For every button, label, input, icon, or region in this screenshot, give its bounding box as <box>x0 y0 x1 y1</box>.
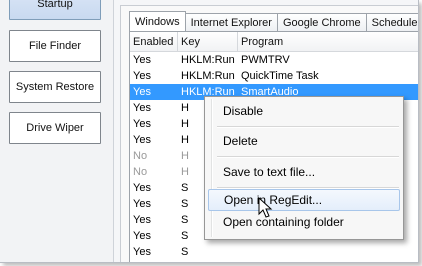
menu-item-open-containing-folder[interactable]: Open containing folder <box>208 211 400 233</box>
table-row[interactable]: NoStartup...OneNote 2010 Screen Clipper … <box>130 260 419 263</box>
menu-separator <box>217 156 399 158</box>
tab-strip: Windows Internet Explorer Google Chrome … <box>129 11 418 31</box>
cell-enabled: Yes <box>133 102 151 114</box>
cell-key: HKLM:Run <box>181 54 235 66</box>
cell-enabled: Yes <box>133 134 151 146</box>
column-header-key[interactable]: Key <box>178 32 238 51</box>
cell-program: PWMTRV <box>241 54 290 66</box>
menu-item-open-in-regedit[interactable]: Open in RegEdit... <box>208 189 400 211</box>
list-header: Enabled Key Program <box>130 32 418 52</box>
sidebar-item-drive-wiper[interactable]: Drive Wiper <box>9 112 101 144</box>
cell-enabled: Yes <box>133 214 151 226</box>
cell-enabled: Yes <box>133 182 151 194</box>
cell-program: OneNote 2010 Screen Clipper and L <box>238 262 419 263</box>
cell-key: S <box>181 246 189 258</box>
cell-program: QuickTime Task <box>241 70 319 82</box>
menu-separator <box>217 126 399 128</box>
sidebar: Startup File Finder System Restore Drive… <box>0 0 114 262</box>
cell-enabled: No <box>133 150 148 162</box>
tab-internet-explorer[interactable]: Internet Explorer <box>184 13 278 31</box>
table-row[interactable]: Yes HKLM:Run QuickTime Task <box>130 68 418 84</box>
tab-google-chrome[interactable]: Google Chrome <box>276 13 367 31</box>
cell-enabled: Yes <box>133 118 151 130</box>
sidebar-item-startup[interactable]: Startup <box>9 0 101 20</box>
context-menu: Disable Delete Save to text file... Open… <box>204 96 404 240</box>
cell-enabled: No <box>130 262 178 263</box>
column-header-program[interactable]: Program <box>238 32 418 51</box>
sidebar-item-system-restore[interactable]: System Restore <box>9 71 101 103</box>
cell-enabled: Yes <box>133 86 151 98</box>
cell-enabled: Yes <box>133 230 151 242</box>
cell-enabled: Yes <box>133 54 151 66</box>
app-window: Startup File Finder System Restore Drive… <box>0 0 419 263</box>
column-header-enabled[interactable]: Enabled <box>130 32 178 51</box>
cell-enabled: Yes <box>133 70 151 82</box>
table-row[interactable]: Yes HKLM:Run PWMTRV <box>130 52 418 68</box>
cell-enabled: Yes <box>133 246 151 258</box>
mouse-cursor-icon <box>258 197 273 218</box>
cell-enabled: No <box>133 166 148 178</box>
tab-windows[interactable]: Windows <box>129 11 186 31</box>
sidebar-item-file-finder[interactable]: File Finder <box>9 30 101 62</box>
cell-key: Startup... <box>178 262 238 263</box>
menu-item-disable[interactable]: Disable <box>208 100 400 122</box>
menu-item-save-to-text-file[interactable]: Save to text file... <box>208 161 400 183</box>
tab-scheduled[interactable]: Scheduled <box>365 13 418 31</box>
cell-enabled: Yes <box>133 198 151 210</box>
cell-key: HKLM:Run <box>181 70 235 82</box>
table-row[interactable]: Yes S <box>130 244 418 260</box>
menu-item-delete[interactable]: Delete <box>208 130 400 152</box>
